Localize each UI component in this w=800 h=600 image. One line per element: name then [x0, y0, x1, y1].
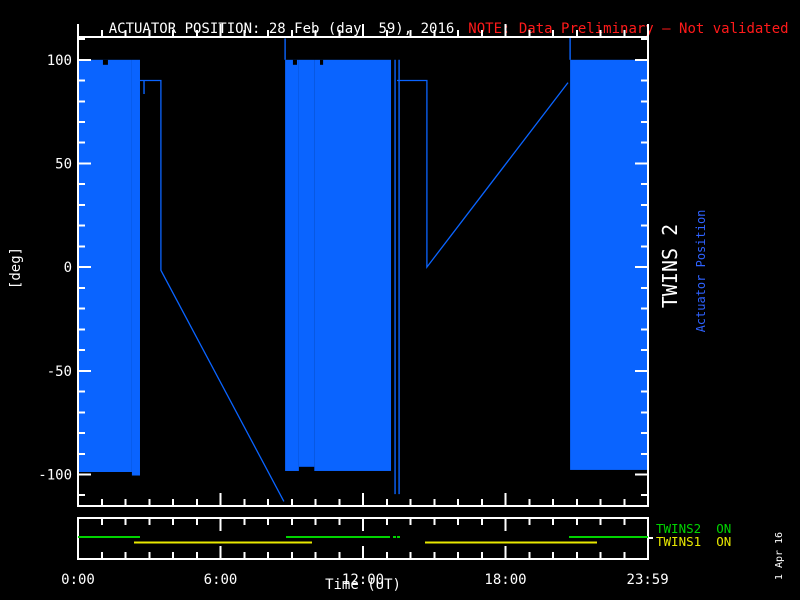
data-block: [570, 59, 648, 470]
block-top-notch: [292, 59, 297, 65]
right-axis-subtitle: Actuator Position: [694, 209, 708, 333]
data-block: [298, 59, 315, 467]
y-axis-label: [deg]: [8, 246, 24, 290]
x-tick-label: 18:00: [484, 572, 526, 588]
data-block: [285, 59, 299, 471]
trace-line: [397, 79, 569, 270]
data-block: [314, 59, 392, 471]
x-tick-label: 6:00: [204, 572, 238, 588]
x-axis-title: Time (UT): [325, 577, 401, 593]
data-block: [131, 59, 140, 476]
trace-line: [140, 79, 285, 502]
date-stamp: 1 Apr 16: [774, 531, 785, 581]
y-tick-label: 0: [64, 260, 72, 276]
block-top-notch: [320, 59, 324, 65]
legend-twins1-on: TWINS1 ON: [656, 534, 732, 549]
x-tick-label: 23:59: [627, 572, 669, 588]
x-tick-label: 0:00: [61, 572, 95, 588]
y-tick-label: 100: [47, 53, 72, 69]
block-top-notch: [102, 59, 108, 65]
y-tick-label: -100: [38, 467, 72, 483]
right-axis-title: TWINS 2: [658, 223, 682, 309]
y-tick-label: -50: [47, 364, 72, 380]
y-tick-label: 50: [55, 156, 72, 172]
actuator-position-screen: ACTUATOR POSITION: 28 Feb (day 59), 2016…: [0, 0, 800, 600]
data-block: [78, 59, 132, 472]
